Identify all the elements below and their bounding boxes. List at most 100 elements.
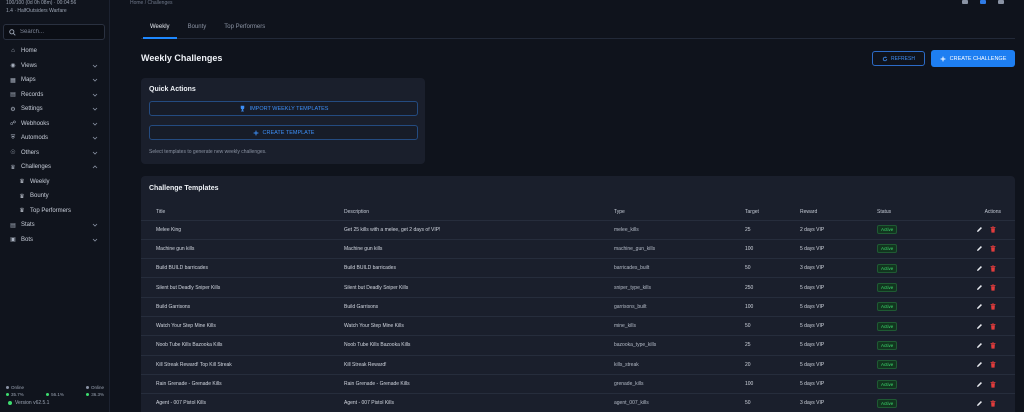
edit-icon[interactable]: [976, 361, 983, 368]
delete-icon[interactable]: [990, 245, 996, 253]
column-header-target[interactable]: Target: [745, 204, 800, 221]
sidebar-item-records[interactable]: ▤ Records: [0, 88, 110, 103]
cell-title: Agent - 007 Pistol Kills: [141, 393, 344, 412]
cell-actions: [939, 239, 1015, 260]
create-challenge-button[interactable]: CREATE CHALLENGE: [931, 50, 1015, 67]
quick-actions-title: Quick Actions: [149, 86, 196, 93]
table-row: Kill Streak Reward! Top Kill Streak Kill …: [141, 355, 1015, 375]
stats-icon: ▤: [10, 222, 16, 229]
trophy-icon: ♛: [19, 193, 25, 200]
delete-icon[interactable]: [990, 284, 996, 291]
cell-status: Active: [877, 258, 939, 279]
shield-icon: ⛨: [10, 134, 16, 141]
column-header-status[interactable]: Status: [877, 204, 939, 221]
sidebar-item-home[interactable]: ⌂ Home: [0, 44, 110, 59]
cell-reward: 5 days VIP: [800, 355, 877, 375]
usage-ram-value: 56.1%: [51, 392, 64, 397]
edit-icon[interactable]: [976, 245, 983, 252]
top-bar: Home / Challenges: [110, 0, 1024, 8]
cell-description: Rain Grenade - Grenade Kills: [344, 374, 614, 395]
sidebar-item-webhooks[interactable]: ☍ Webhooks: [0, 117, 110, 132]
refresh-button[interactable]: REFRESH: [872, 51, 925, 66]
sidebar-nav: ⌂ Home ◉ Views ▦ Maps ▤ Records ⚙ Settin…: [0, 44, 110, 247]
sidebar-item-bots[interactable]: ▣ Bots: [0, 233, 110, 248]
sidebar-item-views[interactable]: ◉ Views: [0, 59, 110, 74]
delete-icon[interactable]: [990, 342, 996, 349]
menu-icon[interactable]: [998, 0, 1004, 4]
cell-type: agent_007_kills: [614, 393, 745, 412]
cell-target: 25: [745, 220, 800, 240]
edit-icon[interactable]: [976, 284, 983, 291]
row-actions: [939, 284, 1015, 291]
sidebar-item-settings[interactable]: ⚙ Settings: [0, 102, 110, 117]
sidebar-item-bounty[interactable]: ♛ Bounty: [0, 189, 110, 204]
sidebar-item-label: Records: [21, 91, 44, 98]
delete-icon[interactable]: [990, 361, 996, 368]
column-header-reward[interactable]: Reward: [800, 204, 877, 221]
cell-reward: 3 days VIP: [800, 393, 877, 412]
cell-type: kills_streak: [614, 355, 745, 375]
edit-icon[interactable]: [976, 265, 983, 272]
delete-icon[interactable]: [990, 322, 996, 330]
row-actions: [939, 226, 1015, 233]
notifications-icon[interactable]: [962, 0, 968, 4]
cell-reward: 5 days VIP: [800, 335, 877, 356]
edit-icon[interactable]: [976, 226, 983, 233]
cpu-icon: [6, 393, 9, 396]
tab-top-performers[interactable]: Top Performers: [215, 18, 274, 38]
edit-icon[interactable]: [976, 323, 983, 330]
edit-icon[interactable]: [976, 342, 983, 349]
search-input[interactable]: [20, 29, 100, 35]
tab-bounty[interactable]: Bounty: [179, 18, 216, 38]
delete-icon[interactable]: [990, 226, 996, 233]
column-header-type[interactable]: Type: [614, 204, 745, 221]
sidebar-item-stats[interactable]: ▤ Stats: [0, 218, 110, 233]
account-icon[interactable]: [980, 0, 986, 4]
quick-actions-card: Quick Actions IMPORT WEEKLY TEMPLATES CR…: [141, 78, 425, 164]
column-header-title[interactable]: Title: [141, 204, 344, 221]
status-badge: Active: [877, 379, 898, 389]
delete-icon[interactable]: [990, 303, 996, 310]
sidebar-item-weekly[interactable]: ♛ Weekly: [0, 175, 110, 190]
edit-icon[interactable]: [976, 303, 983, 310]
sidebar-item-automods[interactable]: ⛨ Automods: [0, 131, 110, 146]
cell-reward: 3 days VIP: [800, 258, 877, 279]
create-template-button[interactable]: CREATE TEMPLATE: [149, 125, 418, 140]
delete-icon[interactable]: [990, 400, 996, 407]
table-row: Machine gun kills Machine gun kills machin…: [141, 239, 1015, 260]
status-badge: Active: [877, 263, 898, 273]
sidebar-item-maps[interactable]: ▦ Maps: [0, 73, 110, 88]
online-left: Online: [6, 385, 24, 390]
webhook-icon: ☍: [9, 121, 17, 128]
cell-description: Build Garrisons: [344, 297, 614, 317]
column-header-description[interactable]: Description: [344, 204, 614, 221]
tab-weekly[interactable]: Weekly: [141, 18, 179, 39]
row-actions: [939, 380, 1015, 388]
table-row: Build BUILD barricades Build BUILD barric…: [141, 258, 1015, 279]
sidebar-item-label: Stats: [21, 222, 35, 229]
cell-title: Noob Tube Kills Bazooka Kills: [141, 335, 344, 356]
gear-icon: ⚙: [10, 106, 16, 113]
chevron-down-icon: [92, 136, 98, 140]
import-weekly-templates-button[interactable]: IMPORT WEEKLY TEMPLATES: [149, 101, 418, 116]
cell-description: Watch Your Step Mine Kills: [344, 316, 614, 337]
chevron-down-icon: [92, 238, 98, 242]
challenge-templates-title: Challenge Templates: [149, 185, 219, 192]
sidebar-item-others[interactable]: ☉ Others: [0, 146, 110, 161]
sidebar-item-label: Bounty: [30, 193, 49, 200]
row-actions: [939, 361, 1015, 368]
delete-icon[interactable]: [990, 265, 996, 272]
sidebar-item-top-performers[interactable]: ♛ Top Performers: [0, 204, 110, 219]
cell-title: Build BUILD barricades: [141, 258, 344, 279]
edit-icon[interactable]: [976, 400, 983, 407]
cell-type: garrisons_built: [614, 297, 745, 317]
cell-type: grenade_kills: [614, 374, 745, 395]
cell-type: barricades_built: [614, 258, 745, 279]
sidebar-item-challenges[interactable]: ♛ Challenges: [0, 160, 110, 175]
search-box[interactable]: [3, 24, 105, 40]
cell-title: Kill Streak Reward! Top Kill Streak: [141, 355, 344, 375]
edit-icon[interactable]: [976, 381, 983, 388]
delete-icon[interactable]: [990, 380, 996, 388]
usage-cpu: 35.7%: [6, 392, 24, 397]
sidebar-footer: Online Online 35.7% 56.1% 36.3% Version …: [0, 384, 110, 406]
